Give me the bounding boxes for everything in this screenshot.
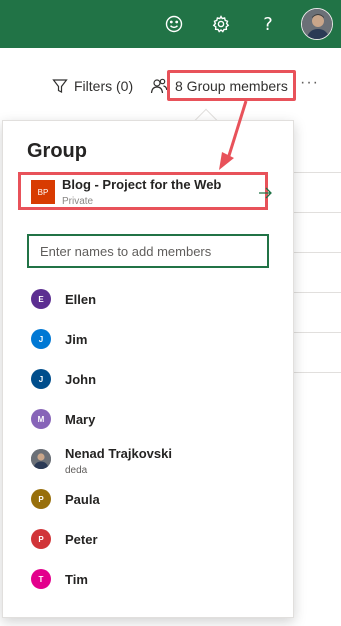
group-members-button[interactable]: 8 Group members (167, 70, 296, 101)
list-item[interactable]: E Ellen (31, 279, 281, 319)
user-avatar[interactable] (301, 8, 333, 40)
member-name: Paula (65, 491, 100, 507)
member-name: Ellen (65, 291, 97, 307)
divider (294, 252, 341, 253)
avatar: P (31, 489, 51, 509)
member-list: E Ellen J Jim J John M Mary Nenad Trajko… (31, 279, 281, 599)
group-members-label: 8 Group members (175, 77, 288, 94)
list-item[interactable]: P Paula (31, 479, 281, 519)
member-name: John (65, 371, 97, 387)
list-item[interactable]: P Peter (31, 519, 281, 559)
avatar: P (31, 529, 51, 549)
filter-icon (52, 79, 68, 93)
list-item[interactable]: J Jim (31, 319, 281, 359)
arrow-right-icon[interactable] (257, 185, 273, 201)
smiley-icon[interactable] (162, 12, 186, 36)
filters-label: Filters (0) (74, 78, 134, 94)
help-icon[interactable]: ? (256, 12, 280, 36)
member-name: Peter (65, 531, 98, 547)
add-members-input[interactable] (27, 234, 269, 268)
divider (294, 172, 341, 173)
list-item[interactable]: T Tim (31, 559, 281, 599)
avatar: E (31, 289, 51, 309)
member-name: Mary (65, 411, 96, 427)
group-members-icon (150, 78, 168, 94)
panel-title: Group (27, 140, 87, 162)
member-subtitle: deda (65, 465, 88, 476)
group-logo: BP (31, 180, 55, 204)
member-name: Tim (65, 571, 88, 587)
list-item[interactable]: Nenad Trajkovski deda (31, 439, 281, 479)
avatar: T (31, 569, 51, 589)
avatar (31, 449, 51, 469)
avatar: J (31, 329, 51, 349)
filters-button[interactable]: Filters (0) (52, 76, 133, 96)
group-name: Blog - Project for the Web (62, 177, 222, 192)
app-header: ? (0, 0, 341, 48)
avatar: J (31, 369, 51, 389)
divider (294, 372, 341, 373)
divider (294, 332, 341, 333)
group-card[interactable]: BP Blog - Project for the Web Private (18, 172, 268, 210)
group-visibility: Private (62, 196, 94, 207)
divider (294, 212, 341, 213)
member-name: Nenad Trajkovski (65, 445, 172, 461)
avatar: M (31, 409, 51, 429)
list-item[interactable]: M Mary (31, 399, 281, 439)
divider (294, 292, 341, 293)
more-options-button[interactable]: ··· (300, 74, 319, 92)
list-item[interactable]: J John (31, 359, 281, 399)
group-members-panel: Group BP Blog - Project for the Web Priv… (2, 120, 294, 618)
member-name: Jim (65, 331, 88, 347)
gear-icon[interactable] (209, 12, 233, 36)
